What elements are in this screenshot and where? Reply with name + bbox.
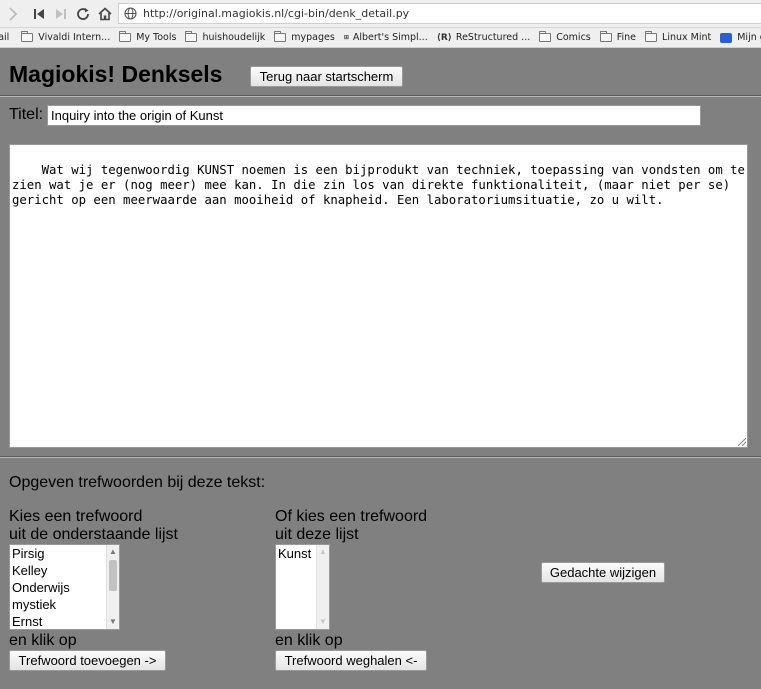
bookmark-label: huishoudelijk [202,32,266,43]
site-icon [720,32,733,43]
scroll-up-icon[interactable]: ▲ [109,547,117,557]
bookmark-label: Vivaldi Intern... [38,32,111,43]
title-input[interactable] [47,105,701,126]
reload-icon[interactable] [72,3,94,25]
forward-icon[interactable] [2,3,24,25]
bookmark-label: mypages [291,32,335,43]
remove-keyword-button[interactable]: Trefwoord weghalen <- [275,650,427,671]
keywords-heading: Opgeven trefwoorden bij deze tekst: [9,474,266,491]
add-keyword-button[interactable]: Trefwoord toevoegen -> [9,650,166,671]
folder-icon [274,31,287,42]
folder-icon [21,31,34,42]
bookmark-linux-mint[interactable]: Linux Mint [645,31,712,43]
bookmark-label: Mail [0,32,10,43]
bookmark-vivaldi[interactable]: Vivaldi Intern... [21,31,111,43]
rewind-icon[interactable] [28,3,50,25]
left-caption-line2: uit de onderstaande lijst [9,526,178,543]
save-thought-button[interactable]: Gedachte wijzigen [541,562,665,583]
bookmark-label: Comics [556,32,591,43]
list-item[interactable]: Onderwijs [10,579,119,596]
scroll-down-icon[interactable]: ▼ [319,617,327,627]
assigned-keywords-listbox[interactable]: Kunst ▲ ▼ [275,544,330,630]
bookmark-alberts-simpl[interactable]: ⊞ Albert's Simpl... [344,32,428,43]
right-caption-line2: uit deze lijst [275,526,359,543]
scroll-down-icon[interactable]: ▼ [109,617,117,627]
page-title: Magiokis! Denksels [9,61,223,87]
list-item[interactable]: Pirsig [10,545,119,562]
site-icon: ⊞ [343,33,349,41]
bookmark-label: Albert's Simpl... [352,32,428,43]
folder-icon [599,31,612,42]
bookmark-label: Mijn groepe [737,32,761,43]
bookmark-fine[interactable]: Fine [599,31,637,43]
folder-icon [185,31,198,42]
scrollbar-thumb[interactable] [109,560,117,591]
list-item[interactable]: Ernst [10,613,119,629]
address-bar-url: http://original.magiokis.nl/cgi-bin/denk… [143,7,410,20]
address-bar[interactable]: http://original.magiokis.nl/cgi-bin/denk… [118,3,761,24]
bookmark-mail[interactable]: Mail [0,32,9,43]
bookmark-label: ReStructured ... [455,32,531,43]
bookmark-comics[interactable]: Comics [539,31,591,43]
folder-icon [119,31,132,42]
left-caption-line1: Kies een trefwoord [9,508,143,525]
list-item[interactable]: Kelley [10,562,119,579]
bookmark-label: My Tools [136,32,177,43]
resize-handle-icon[interactable] [738,438,746,446]
list-item[interactable]: mystiek [10,596,119,613]
title-label: Titel: [9,106,44,123]
folder-icon [645,31,658,42]
bookmark-restructured[interactable]: ⟨R⟩ ReStructured ... [437,32,531,43]
right-click-label: en klik op [275,632,343,649]
browser-toolbar: http://original.magiokis.nl/cgi-bin/denk… [0,0,761,28]
left-click-label: en klik op [9,632,77,649]
available-keywords-listbox[interactable]: Pirsig Kelley Onderwijs mystiek Ernst ▲ … [9,544,120,630]
bookmark-mijn-groepen[interactable]: Mijn groepe [720,32,761,43]
fast-forward-icon[interactable] [50,3,72,25]
right-caption-line1: Of kies een trefwoord [275,508,428,525]
page-content: Magiokis! Denksels Terug naar startscher… [0,48,761,689]
thought-textarea[interactable]: Wat wij tegenwoordig KUNST noemen is een… [9,144,748,448]
thought-text: Wat wij tegenwoordig KUNST noemen is een… [12,163,745,207]
scroll-up-icon[interactable]: ▲ [319,547,327,557]
back-to-start-button[interactable]: Terug naar startscherm [250,66,403,87]
bookmark-label: Fine [616,32,637,43]
divider [0,95,761,97]
listbox-scrollbar[interactable]: ▲ ▼ [106,545,119,629]
bookmarks-bar: Mail Vivaldi Intern... My Tools huishoud… [0,28,761,48]
bookmark-my-tools[interactable]: My Tools [119,31,177,43]
site-info-icon[interactable] [119,7,141,20]
bookmark-huishoudelijk[interactable]: huishoudelijk [185,31,266,43]
folder-icon [539,31,552,42]
bookmark-label: Linux Mint [662,32,712,43]
bookmark-mypages[interactable]: mypages [274,31,335,43]
site-icon: ⟨R⟩ [436,32,452,43]
listbox-scrollbar[interactable]: ▲ ▼ [316,545,329,629]
divider [0,456,761,458]
home-icon[interactable] [94,3,116,25]
